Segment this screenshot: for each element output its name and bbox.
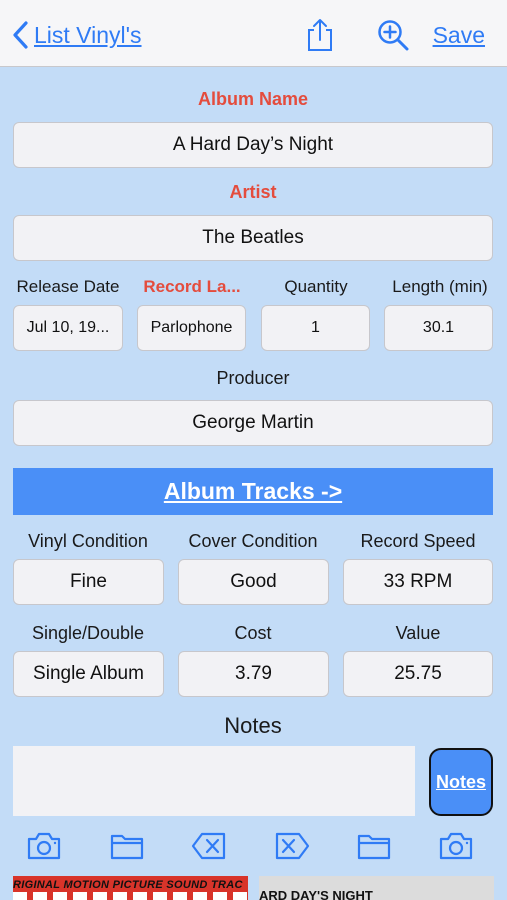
zoom-in-icon[interactable] <box>376 18 410 52</box>
album-name-label: Album Name <box>197 89 309 109</box>
artist-field[interactable]: The Beatles <box>13 215 493 261</box>
record-label-field[interactable]: Parlophone <box>137 305 246 351</box>
folder-icon[interactable] <box>109 829 145 863</box>
vinyl-condition-label: Vinyl Condition <box>28 531 148 551</box>
producer-field[interactable]: George Martin <box>13 400 493 446</box>
front-cover-text: RIGINAL MOTION PICTURE SOUND TRAC <box>13 879 243 891</box>
release-date-field[interactable]: Jul 10, 19... <box>13 305 123 351</box>
back-cover-image[interactable]: ARD DAY'S NIGHT <box>259 876 494 900</box>
producer-label: Producer <box>216 368 290 388</box>
record-speed-field[interactable]: 33 RPM <box>343 559 493 605</box>
record-label-label: Record La... <box>143 277 241 296</box>
artist-label: Artist <box>229 182 277 202</box>
notes-label: Notes <box>224 713 282 738</box>
notes-button[interactable]: Notes <box>429 748 493 816</box>
back-button[interactable]: List Vinyl's <box>10 20 142 50</box>
cost-label: Cost <box>234 623 272 643</box>
single-double-field[interactable]: Single Album <box>13 651 164 697</box>
save-button[interactable]: Save <box>433 22 485 49</box>
vinyl-condition-field[interactable]: Fine <box>13 559 164 605</box>
camera-icon[interactable] <box>438 829 474 863</box>
value-label: Value <box>395 623 441 643</box>
front-cover-image[interactable]: RIGINAL MOTION PICTURE SOUND TRAC <box>13 876 248 900</box>
cost-field[interactable]: 3.79 <box>178 651 329 697</box>
album-name-field[interactable]: A Hard Day’s Night <box>13 122 493 168</box>
release-date-label: Release Date <box>16 277 120 296</box>
clear-icon[interactable] <box>274 829 310 863</box>
length-field[interactable]: 30.1 <box>384 305 493 351</box>
cover-condition-label: Cover Condition <box>188 531 318 551</box>
quantity-label: Quantity <box>284 277 348 296</box>
front-cover-art <box>13 892 248 900</box>
share-icon[interactable] <box>303 18 337 52</box>
camera-icon[interactable] <box>26 829 62 863</box>
nav-bar: List Vinyl's Save <box>0 0 507 67</box>
length-label: Length (min) <box>392 277 488 296</box>
back-cover-text: ARD DAY'S NIGHT <box>259 888 373 900</box>
single-double-label: Single/Double <box>31 623 145 643</box>
chevron-left-icon <box>13 21 28 49</box>
quantity-field[interactable]: 1 <box>261 305 370 351</box>
delete-icon[interactable] <box>191 829 227 863</box>
album-tracks-button[interactable]: Album Tracks -> <box>13 468 493 515</box>
back-label: List Vinyl's <box>34 21 142 48</box>
folder-icon[interactable] <box>356 829 392 863</box>
notes-textarea[interactable] <box>13 746 415 816</box>
cover-condition-field[interactable]: Good <box>178 559 329 605</box>
value-field[interactable]: 25.75 <box>343 651 493 697</box>
record-speed-label: Record Speed <box>360 531 476 551</box>
